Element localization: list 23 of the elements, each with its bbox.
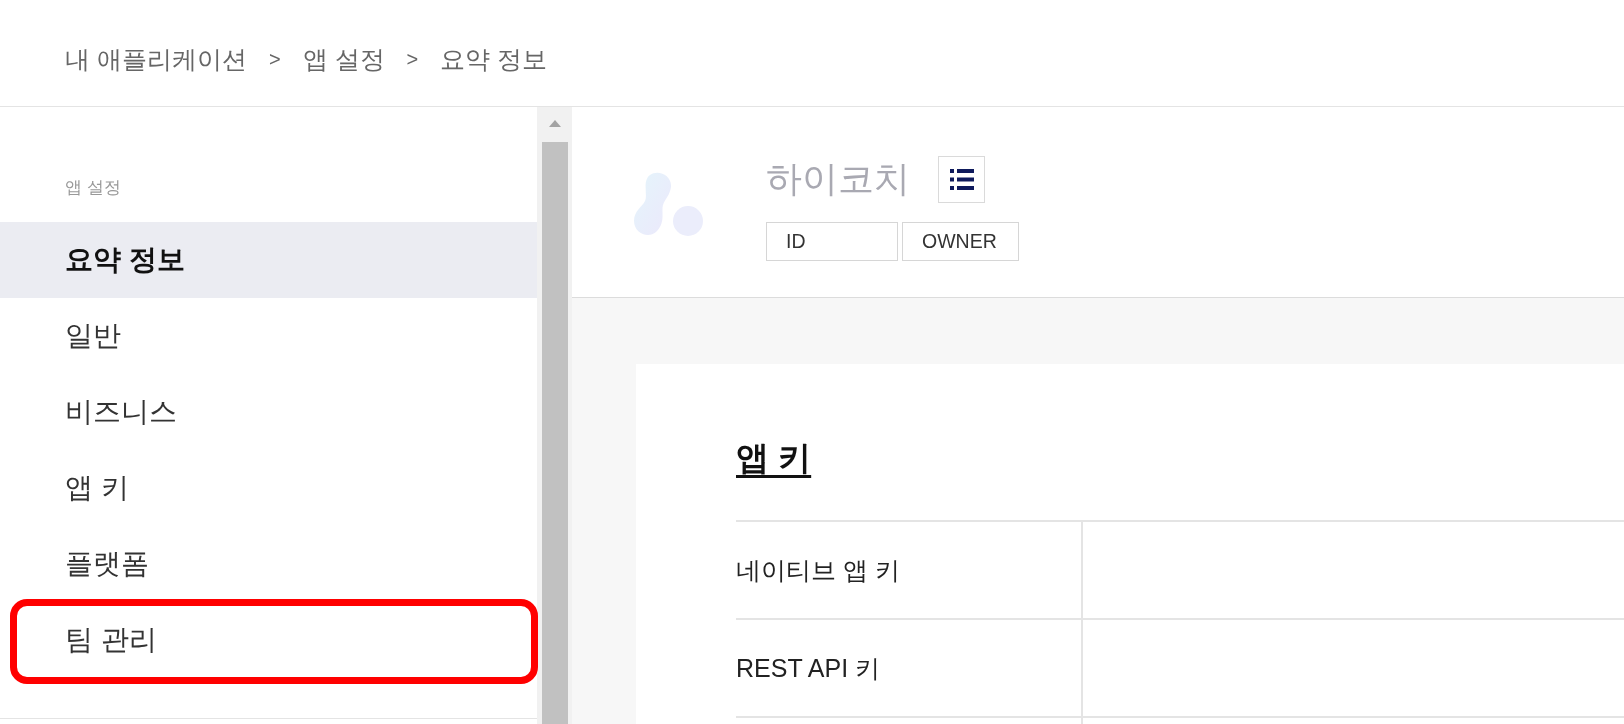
app-name: 하이코치 [766, 157, 910, 201]
sidebar-item[interactable]: 플랫폼 [0, 526, 537, 602]
info-tag: OWNER [902, 222, 1019, 261]
breadcrumb-link[interactable]: 요약 정보 [440, 42, 548, 76]
list-view-button[interactable] [938, 156, 985, 203]
scroll-up-arrow-icon[interactable] [548, 120, 561, 127]
breadcrumb-link[interactable]: 내 애플리케이션 [65, 42, 247, 76]
sidebar-item[interactable]: 앱 키 [0, 450, 537, 526]
section-heading: 앱 키 [736, 438, 812, 478]
table-cell: REST API 키 [736, 620, 1083, 716]
sidebar-item[interactable]: 일반 [0, 298, 537, 374]
sidebar-item[interactable]: 요약 정보 [0, 222, 537, 298]
sidebar-item[interactable]: 팀 관리 [0, 602, 537, 678]
breadcrumb-separator: > [406, 47, 419, 71]
table-cell: 네이티브 앱 키 [736, 522, 1083, 618]
info-tag: ID [766, 222, 898, 261]
scrollbar-thumb[interactable] [541, 142, 568, 724]
logo-icon [632, 171, 704, 237]
sidebar-item[interactable]: 비즈니스 [0, 374, 537, 450]
breadcrumb-separator: > [268, 47, 281, 71]
breadcrumb-link[interactable]: 앱 설정 [302, 42, 385, 76]
list-icon [949, 169, 974, 190]
sidebar-section-label: 앱 설정 [65, 177, 121, 199]
